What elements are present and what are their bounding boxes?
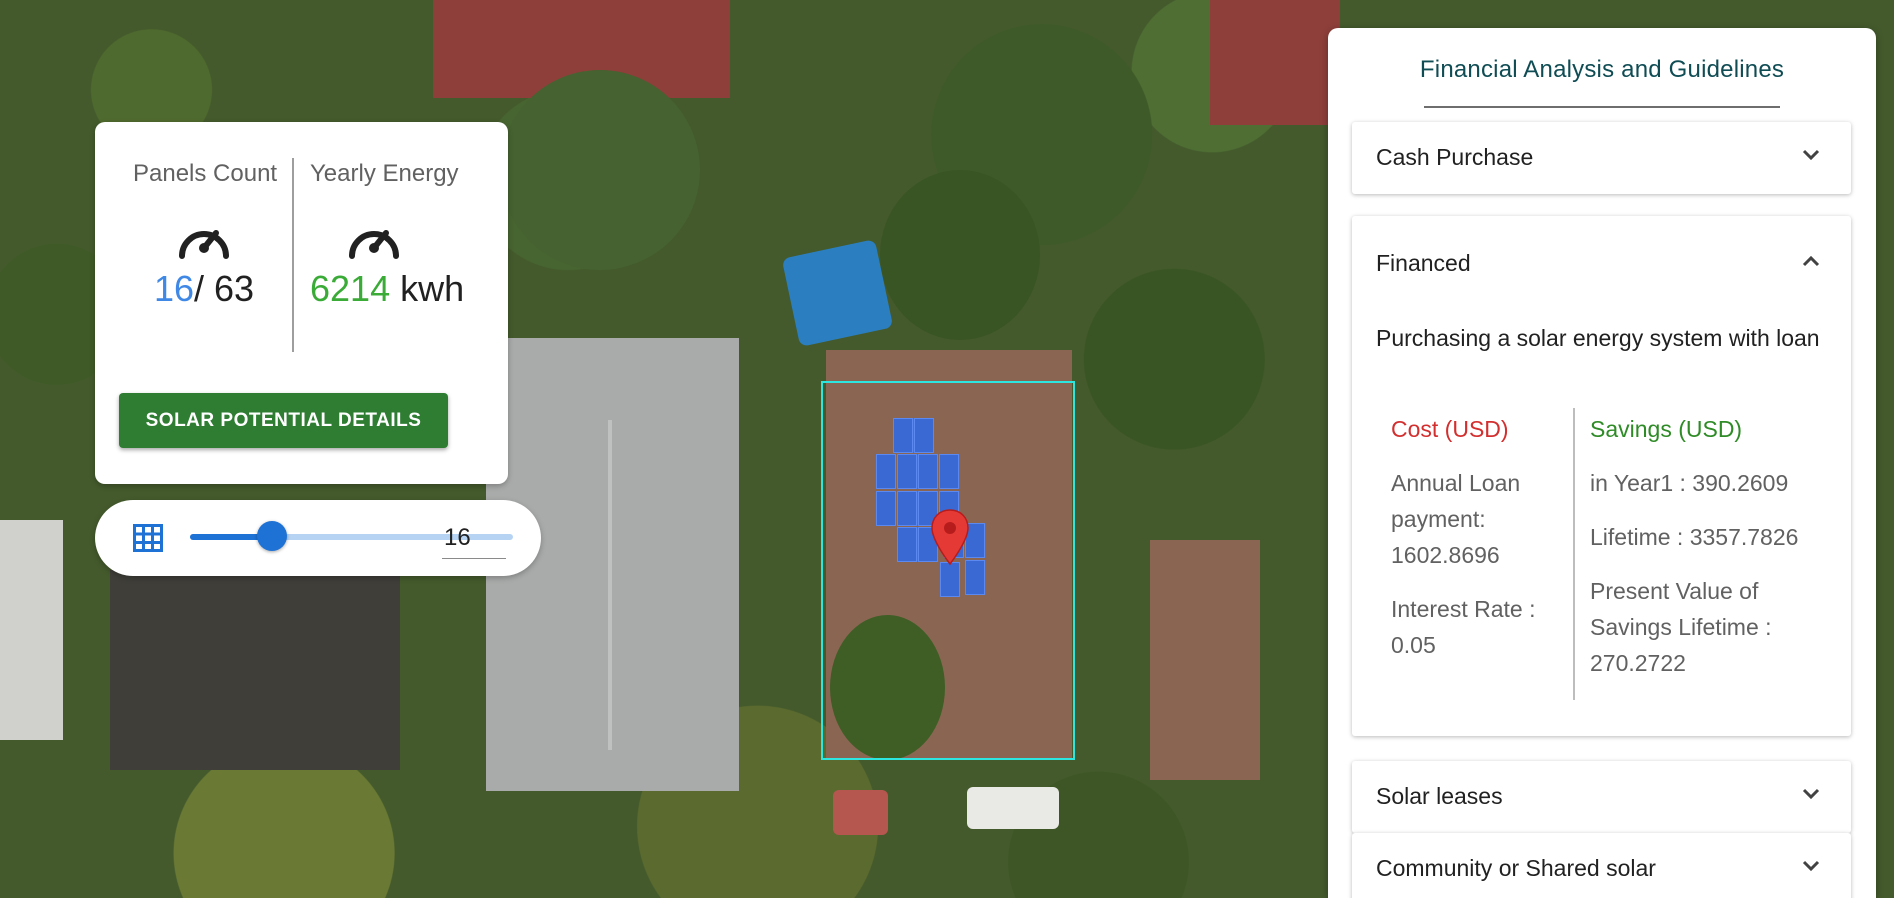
interest-rate: Interest Rate : 0.05 — [1391, 596, 1536, 658]
accordion-label: Community or Shared solar — [1376, 855, 1656, 881]
solar-panel[interactable] — [918, 454, 938, 489]
savings-lifetime: Lifetime : 3357.7826 — [1590, 524, 1799, 550]
chevron-down-icon — [1802, 860, 1820, 872]
location-pin-icon[interactable] — [930, 508, 970, 566]
neighbor-roof-red-right — [1210, 0, 1340, 125]
roof-ridge — [608, 420, 612, 750]
energy-amount: 6214 — [310, 268, 391, 309]
solar-panel[interactable] — [893, 418, 913, 453]
accordion-header-community-shared-solar[interactable]: Community or Shared solar — [1352, 833, 1851, 898]
accordion-label: Financed — [1376, 250, 1471, 276]
present-value-savings: Present Value of Savings Lifetime : 270.… — [1590, 578, 1772, 676]
tree-canopy — [880, 170, 1040, 340]
neighbor-roof-dark — [110, 570, 400, 770]
accordion-solar-leases: Solar leases — [1352, 761, 1851, 833]
column-divider — [1573, 408, 1575, 700]
solar-panel[interactable] — [940, 562, 960, 597]
slider-thumb[interactable] — [257, 521, 288, 551]
solar-panel[interactable] — [914, 418, 934, 453]
solar-panel[interactable] — [897, 527, 917, 562]
annual-loan-payment: Annual Loan payment: 1602.8696 — [1391, 470, 1521, 568]
panel-count-input[interactable] — [442, 518, 506, 559]
accordion-header-solar-leases[interactable]: Solar leases — [1352, 761, 1851, 833]
speedometer-icon — [349, 230, 399, 259]
speedometer-icon — [179, 230, 229, 259]
neighbor-roof-white-left — [0, 520, 63, 740]
chevron-down-icon — [1802, 788, 1820, 800]
accordion-header-financed[interactable]: Financed — [1352, 216, 1851, 300]
panel-title: Financial Analysis and Guidelines — [1419, 56, 1785, 83]
chevron-down-icon — [1802, 149, 1820, 161]
title-underline — [1424, 106, 1780, 108]
panels-count-stat: Panels Count 16/ 63 — [133, 160, 278, 310]
tree-canopy — [500, 70, 700, 270]
accordion-header-cash-purchase[interactable]: Cash Purchase — [1352, 122, 1851, 194]
solar-panel[interactable] — [876, 454, 896, 489]
accordion-financed: Financed Purchasing a solar energy syste… — [1352, 216, 1851, 736]
panels-count-title: Panels Count — [133, 160, 278, 187]
panels-used: 16 — [153, 268, 194, 309]
solar-panel[interactable] — [939, 454, 959, 489]
savings-year1: in Year1 : 390.2609 — [1590, 470, 1789, 496]
accordion-community-shared-solar: Community or Shared solar — [1352, 833, 1851, 898]
solar-stats-card: Panels Count 16/ 63 Yearly Energy 6214 k… — [95, 122, 508, 484]
solar-panel[interactable] — [876, 491, 896, 526]
solar-potential-details-button[interactable]: SOLAR POTENTIAL DETAILS — [119, 393, 448, 448]
stats-divider — [292, 158, 294, 352]
solar-panel[interactable] — [897, 454, 917, 489]
grid-icon — [133, 524, 163, 552]
solar-panel[interactable] — [897, 491, 917, 526]
small-shed-roof — [833, 790, 888, 835]
chevron-up-icon — [1802, 255, 1820, 267]
savings-column: Savings (USD) in Year1 : 390.2609 Lifeti… — [1590, 411, 1835, 699]
accordion-label: Cash Purchase — [1376, 144, 1534, 170]
cost-column: Cost (USD) Annual Loan payment: 1602.869… — [1391, 411, 1551, 681]
financial-analysis-panel: Financial Analysis and Guidelines Cash P… — [1328, 28, 1876, 898]
accordion-label: Solar leases — [1376, 783, 1503, 809]
savings-header: Savings (USD) — [1590, 416, 1743, 442]
panels-count-value: 16/ 63 — [133, 268, 275, 310]
energy-unit: kwh — [390, 268, 465, 309]
yearly-energy-title: Yearly Energy — [310, 160, 459, 187]
neighbor-roof-brown-right — [1150, 540, 1260, 780]
blue-tarp — [781, 239, 894, 347]
yearly-energy-value: 6214 kwh — [310, 268, 490, 310]
accordion-cash-purchase: Cash Purchase — [1352, 122, 1851, 194]
cost-header: Cost (USD) — [1391, 416, 1509, 442]
panel-count-slider-control — [95, 500, 541, 576]
panels-total: / 63 — [194, 268, 255, 309]
yearly-energy-stat: Yearly Energy 6214 kwh — [310, 160, 490, 310]
financed-description: Purchasing a solar energy system with lo… — [1376, 325, 1820, 351]
parked-car — [967, 787, 1059, 829]
